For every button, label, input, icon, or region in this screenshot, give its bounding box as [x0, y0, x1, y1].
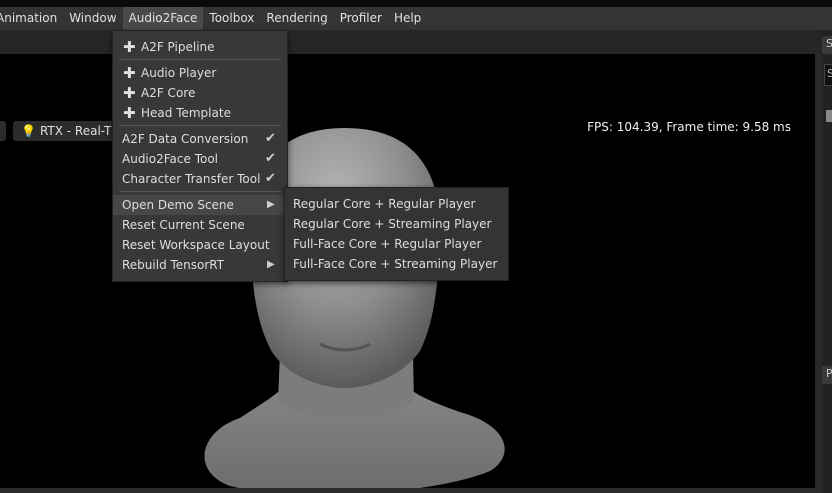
- renderer-button[interactable]: 💡 RTX - Real-Time: [13, 121, 125, 141]
- submenu-item-fullface-regular[interactable]: Full-Face Core + Regular Player: [285, 234, 508, 254]
- plus-icon: ✚: [123, 104, 136, 122]
- menu-item-a2f-core[interactable]: ✚ A2F Core: [113, 83, 287, 103]
- viewport-bottom-border: [0, 488, 815, 493]
- menu-help[interactable]: Help: [388, 7, 427, 30]
- menu-separator: [119, 125, 281, 126]
- menu-item-label: Head Template: [141, 106, 231, 120]
- audio2face-menu: ✚ A2F Pipeline ✚ Audio Player ✚ A2F Core…: [112, 30, 288, 282]
- submenu-item-regular-streaming[interactable]: Regular Core + Streaming Player: [285, 214, 508, 234]
- menu-item-reset-workspace-layout[interactable]: Reset Workspace Layout: [113, 235, 287, 255]
- menu-item-label: Audio Player: [141, 66, 217, 80]
- menu-item-label: Character Transfer Tool: [122, 172, 261, 186]
- open-demo-scene-submenu: Regular Core + Regular Player Regular Co…: [284, 187, 509, 281]
- submenu-item-regular-regular[interactable]: Regular Core + Regular Player: [285, 194, 508, 214]
- menu-separator: [119, 59, 281, 60]
- plus-icon: ✚: [123, 38, 136, 56]
- menu-item-label: Reset Current Scene: [122, 218, 245, 232]
- plus-icon: ✚: [123, 64, 136, 82]
- fps-readout: FPS: 104.39, Frame time: 9.58 ms: [587, 120, 791, 134]
- menu-item-rebuild-tensorrt[interactable]: Rebuild TensorRT ▶: [113, 255, 287, 275]
- menu-item-audio-player[interactable]: ✚ Audio Player: [113, 63, 287, 83]
- right-panel-tab-2-label: P: [826, 367, 832, 380]
- check-icon: ✔: [265, 151, 276, 166]
- submenu-item-label: Regular Core + Regular Player: [293, 197, 476, 211]
- menu-separator: [119, 191, 281, 192]
- right-panel-tab[interactable]: S: [822, 36, 832, 54]
- menu-item-character-transfer-tool[interactable]: Character Transfer Tool ✔: [113, 169, 287, 189]
- menubar: Animation Window Audio2Face Toolbox Rend…: [0, 7, 832, 30]
- plus-icon: ✚: [123, 84, 136, 102]
- viewport-left-button[interactable]: [0, 121, 6, 141]
- menu-item-label: Open Demo Scene: [122, 198, 234, 212]
- menu-item-label: Rebuild TensorRT: [122, 258, 225, 272]
- right-panel-scrollbar[interactable]: [826, 110, 832, 122]
- check-icon: ✔: [265, 171, 276, 186]
- menu-item-a2f-pipeline[interactable]: ✚ A2F Pipeline: [113, 37, 287, 57]
- menu-item-a2f-data-conversion[interactable]: A2F Data Conversion ✔: [113, 129, 287, 149]
- right-panel-tab-2[interactable]: P: [822, 366, 832, 384]
- right-panel-field-text: S: [827, 67, 832, 80]
- right-panel-tab-label: S: [826, 37, 832, 50]
- menu-item-label: Reset Workspace Layout: [122, 238, 270, 252]
- menu-audio2face[interactable]: Audio2Face: [122, 7, 204, 30]
- window-top-strip: [0, 0, 832, 7]
- submenu-item-label: Full-Face Core + Streaming Player: [293, 257, 498, 271]
- submenu-item-fullface-streaming[interactable]: Full-Face Core + Streaming Player: [285, 254, 508, 274]
- menu-item-reset-current-scene[interactable]: Reset Current Scene: [113, 215, 287, 235]
- menu-window[interactable]: Window: [63, 7, 122, 30]
- menu-animation[interactable]: Animation: [0, 7, 63, 30]
- menu-toolbox[interactable]: Toolbox: [203, 7, 260, 30]
- submenu-item-label: Full-Face Core + Regular Player: [293, 237, 482, 251]
- right-panel: [822, 30, 832, 493]
- chevron-right-icon: ▶: [267, 259, 275, 270]
- menu-item-label: A2F Core: [141, 86, 196, 100]
- right-panel-search-field[interactable]: S: [824, 64, 832, 86]
- submenu-item-label: Regular Core + Streaming Player: [293, 217, 492, 231]
- menu-item-open-demo-scene[interactable]: Open Demo Scene ▶: [113, 195, 287, 215]
- menu-item-head-template[interactable]: ✚ Head Template: [113, 103, 287, 123]
- chevron-right-icon: ▶: [267, 199, 275, 210]
- menu-item-label: A2F Pipeline: [141, 40, 215, 54]
- viewport-border: [815, 54, 822, 493]
- menu-item-label: Audio2Face Tool: [122, 152, 218, 166]
- check-icon: ✔: [265, 131, 276, 146]
- menu-profiler[interactable]: Profiler: [334, 7, 388, 30]
- menu-rendering[interactable]: Rendering: [260, 7, 333, 30]
- menu-item-label: A2F Data Conversion: [122, 132, 249, 146]
- menu-item-audio2face-tool[interactable]: Audio2Face Tool ✔: [113, 149, 287, 169]
- lightbulb-icon: 💡: [21, 124, 36, 138]
